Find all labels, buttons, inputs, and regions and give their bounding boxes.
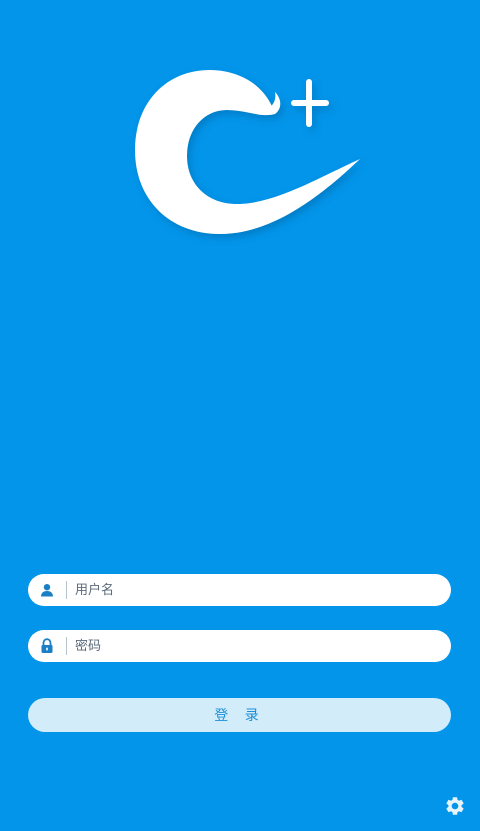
username-input[interactable] (75, 576, 451, 604)
username-field[interactable] (28, 574, 451, 606)
field-separator (66, 581, 67, 599)
gear-icon[interactable] (444, 795, 466, 817)
lock-icon (34, 638, 60, 654)
login-button[interactable]: 登 录 (28, 698, 451, 732)
login-screen: 登 录 (0, 0, 480, 831)
user-icon (34, 583, 60, 597)
field-separator (66, 637, 67, 655)
c-plus-logo (135, 70, 360, 234)
password-field[interactable] (28, 630, 451, 662)
password-input[interactable] (75, 632, 451, 660)
